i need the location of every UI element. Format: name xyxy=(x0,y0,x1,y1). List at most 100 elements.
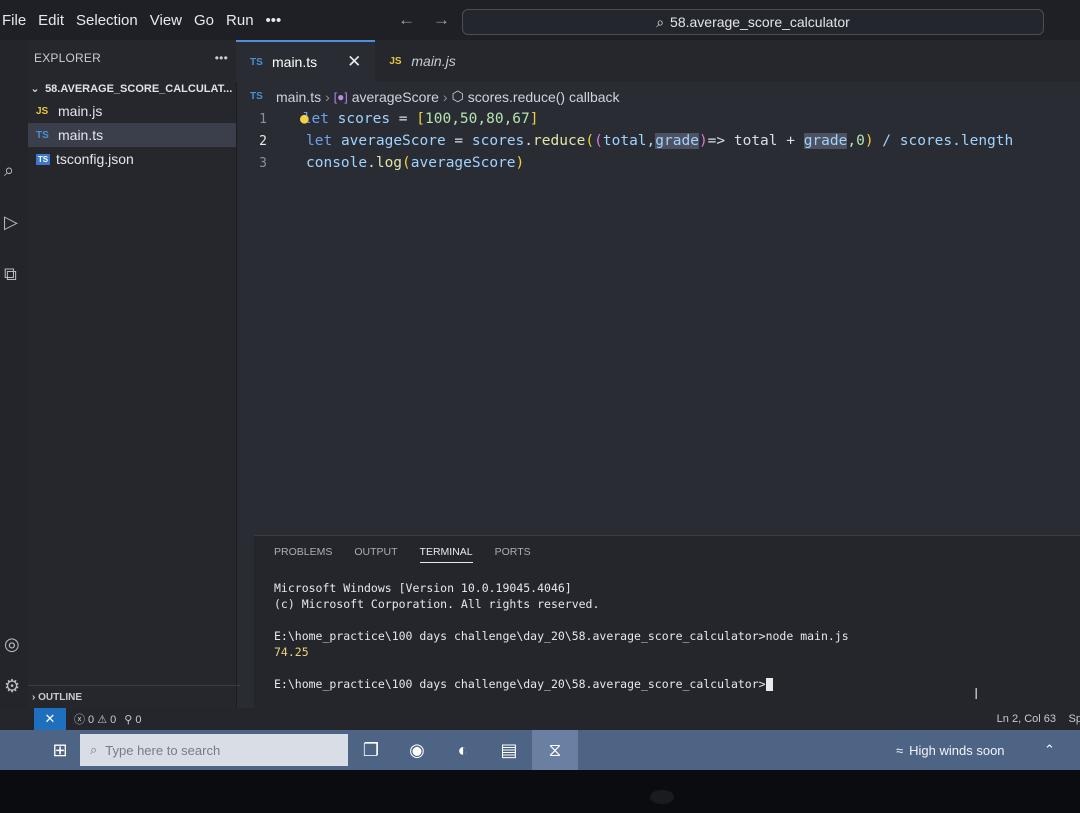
menu-go[interactable]: Go xyxy=(188,12,220,29)
search-icon[interactable]: ⌕ xyxy=(4,160,14,181)
menu-selection[interactable]: Selection xyxy=(70,12,144,29)
ports-count[interactable]: ⚲ 0 xyxy=(124,713,141,726)
breadcrumb: TS main.ts › [●] averageScore › ⬡ scores… xyxy=(250,88,620,105)
cursor-position[interactable]: Ln 2, Col 63 xyxy=(997,713,1056,725)
tab-output[interactable]: OUTPUT xyxy=(354,546,397,563)
task-view-icon[interactable]: ❐ xyxy=(348,730,394,770)
terminal[interactable]: Microsoft Windows [Version 10.0.19045.40… xyxy=(274,580,849,692)
lightbulb-icon[interactable]: ● xyxy=(300,111,309,127)
tab-main-ts[interactable]: TS main.ts ✕ xyxy=(236,40,376,82)
code-line: 1 ● let scores = [ 100,50,80,67 ] xyxy=(246,108,1080,130)
weather-widget[interactable]: ≈ High winds soon xyxy=(896,743,1005,758)
code-token-highlighted: grade xyxy=(655,133,699,149)
code-token: / scores.length xyxy=(873,133,1014,149)
code-token: ( xyxy=(402,155,411,171)
code-token: ( xyxy=(585,133,595,149)
code-token: let xyxy=(306,133,333,149)
taskbar-search-input[interactable]: ⌕ Type here to search xyxy=(80,734,348,766)
code-token: scores xyxy=(471,133,525,149)
command-center[interactable]: ⌕ 58.average_score_calculator xyxy=(462,9,1044,35)
explorer-more-button[interactable]: ••• xyxy=(215,51,228,65)
breadcrumb-symbol-variable[interactable]: averageScore xyxy=(352,89,439,105)
file-main-ts[interactable]: TS main.ts xyxy=(28,123,236,147)
code-token: total, xyxy=(602,133,656,149)
forward-arrow-icon[interactable]: → xyxy=(433,10,450,30)
outline-section[interactable]: › OUTLINE xyxy=(28,685,240,708)
chevron-right-icon: › xyxy=(442,88,448,105)
command-center-text: 58.average_score_calculator xyxy=(670,14,850,30)
js-file-icon: JS xyxy=(36,105,49,117)
code-token: ) xyxy=(864,133,874,149)
outline-label: OUTLINE xyxy=(38,691,82,703)
code-token: scores xyxy=(337,111,391,127)
run-debug-icon[interactable]: ▷ xyxy=(4,212,18,233)
chevron-up-icon[interactable]: ⌃ xyxy=(1044,742,1055,758)
text-cursor-icon: I xyxy=(974,686,979,703)
problems-count[interactable]: ⓧ 0 ⚠ 0 xyxy=(74,711,116,727)
menu-file[interactable]: File xyxy=(0,12,32,29)
code-token-highlighted: grade xyxy=(803,133,848,149)
line-number: 3 xyxy=(259,155,267,171)
menu-edit[interactable]: Edit xyxy=(32,12,70,29)
code-token: ) xyxy=(698,133,708,149)
extensions-icon[interactable]: ⧉ xyxy=(4,264,17,285)
terminal-output: 74.25 xyxy=(274,645,309,659)
chrome-icon[interactable]: ◉ xyxy=(394,730,440,770)
edge-icon[interactable]: ◐ xyxy=(440,730,486,770)
vscode-icon[interactable]: ⧖ xyxy=(532,730,578,770)
code-token: ( xyxy=(594,133,603,149)
windows-start-icon[interactable]: ⊞ xyxy=(40,740,80,761)
code-token: . xyxy=(367,155,376,171)
folder-name: 58.AVERAGE_SCORE_CALCULAT... xyxy=(45,83,233,95)
settings-gear-icon[interactable]: ⚙ xyxy=(4,676,20,697)
code-line: 3 console . log ( averageScore ) xyxy=(246,152,1080,174)
close-icon[interactable]: ✕ xyxy=(347,52,361,72)
search-icon: ⌕ xyxy=(656,13,665,30)
menu-run[interactable]: Run xyxy=(220,12,260,29)
menu-more[interactable]: ••• xyxy=(260,12,288,29)
title-bar: File Edit Selection View Go Run ••• ← → … xyxy=(0,0,1080,40)
code-token: averageScore xyxy=(410,155,516,171)
tab-main-js[interactable]: JS main.js xyxy=(375,40,469,82)
terminal-line: E:\home_practice\100 days challenge\day_… xyxy=(274,629,849,643)
file-main-js[interactable]: JS main.js xyxy=(28,99,236,123)
ts-file-icon: TS xyxy=(250,56,263,68)
ts-file-icon: TS xyxy=(250,91,263,102)
tab-terminal[interactable]: TERMINAL xyxy=(419,546,473,563)
tsconfig-file-icon: TS xyxy=(36,153,50,165)
status-bar: ✕ ⓧ 0 ⚠ 0 ⚲ 0 Ln 2, Col 63 Sp xyxy=(0,708,1080,730)
file-tsconfig-json[interactable]: TS tsconfig.json xyxy=(28,147,236,171)
file-name: tsconfig.json xyxy=(56,151,134,167)
chevron-right-icon: › xyxy=(325,88,330,105)
activity-bar: ⌕ ▷ ⧉ ◎ ⚙ xyxy=(0,40,28,708)
file-explorer-icon[interactable]: ▤ xyxy=(486,730,532,770)
remote-indicator[interactable]: ✕ xyxy=(34,708,66,730)
code-token: averageScore xyxy=(340,133,446,149)
account-icon[interactable]: ◎ xyxy=(4,634,20,655)
project-folder[interactable]: ⌄ 58.AVERAGE_SCORE_CALCULAT... xyxy=(28,76,236,99)
breadcrumb-file[interactable]: main.ts xyxy=(276,89,321,105)
code-editor[interactable]: 1 ● let scores = [ 100,50,80,67 ] 2 let … xyxy=(246,108,1080,174)
indentation-spaces[interactable]: Sp xyxy=(1069,713,1080,725)
taskbar-search-placeholder: Type here to search xyxy=(105,742,221,758)
code-token: reduce xyxy=(533,133,586,149)
terminal-cursor xyxy=(765,678,773,691)
code-token: = xyxy=(390,111,417,127)
breadcrumb-symbol-callback[interactable]: scores.reduce() callback xyxy=(468,89,620,105)
tab-problems[interactable]: PROBLEMS xyxy=(274,546,332,563)
monitor-bezel xyxy=(0,770,1080,813)
weather-text: High winds soon xyxy=(909,742,1005,758)
cube-icon: ⬡ xyxy=(451,88,464,104)
ts-file-icon: TS xyxy=(36,129,49,141)
tab-label: main.js xyxy=(411,53,456,69)
back-arrow-icon[interactable]: ← xyxy=(398,10,415,30)
code-token: => total + xyxy=(707,133,804,149)
chevron-down-icon: ⌄ xyxy=(30,83,40,95)
code-token: . xyxy=(524,133,534,149)
explorer-header: EXPLORER ••• xyxy=(28,40,236,76)
tab-ports[interactable]: PORTS xyxy=(495,546,531,563)
line-number: 2 xyxy=(259,133,267,149)
wind-icon: ≈ xyxy=(896,742,904,758)
navigation-arrows: ← → xyxy=(398,10,450,30)
menu-view[interactable]: View xyxy=(144,12,188,29)
